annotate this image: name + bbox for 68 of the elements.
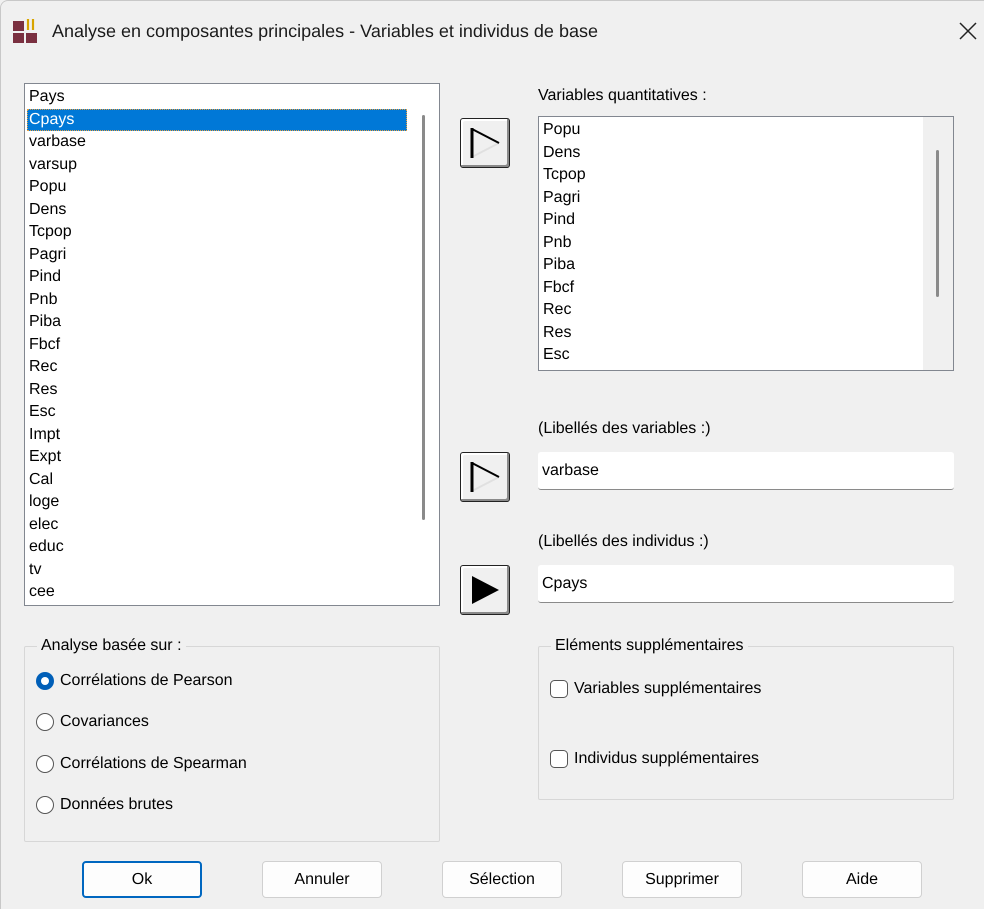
list-item[interactable]: tv xyxy=(27,558,407,581)
dialog-button[interactable]: Supprimer xyxy=(622,861,742,898)
text-field[interactable]: varbase xyxy=(538,452,954,490)
section-label: Variables quantitatives : xyxy=(538,86,708,106)
option-label[interactable]: Corrélations de Spearman xyxy=(60,754,247,773)
dialog-button[interactable]: Annuler xyxy=(262,861,382,898)
list-item[interactable]: cee xyxy=(27,581,407,604)
list-item[interactable]: Pagri xyxy=(541,186,921,209)
list-item[interactable]: Pind xyxy=(541,209,921,232)
list-item[interactable]: Pnb xyxy=(27,288,407,311)
scrollbar-thumb[interactable] xyxy=(422,115,425,520)
list-item[interactable]: Cal xyxy=(27,468,407,491)
list-item[interactable]: Impt xyxy=(27,424,407,446)
list-item[interactable]: loge xyxy=(27,491,407,514)
list-item[interactable]: Pays xyxy=(27,86,407,108)
list-item[interactable]: Rec xyxy=(541,299,921,322)
list-item[interactable]: Res xyxy=(541,322,921,344)
list-item[interactable]: Tcpop xyxy=(27,221,407,244)
option-label[interactable]: Variables supplémentaires xyxy=(574,680,762,698)
option-label[interactable]: Corrélations de Pearson xyxy=(60,672,233,690)
list-item[interactable]: Fbcf xyxy=(541,276,921,299)
group-title: Analyse basée sur : xyxy=(40,637,183,655)
checkbox[interactable] xyxy=(549,679,569,699)
option-label[interactable]: Données brutes xyxy=(60,796,173,814)
list-item[interactable]: Esc xyxy=(27,401,407,424)
list-item[interactable]: Piba xyxy=(541,254,921,276)
list-item[interactable]: Esc xyxy=(541,344,921,366)
radio-button[interactable] xyxy=(35,712,55,732)
checkbox[interactable] xyxy=(549,749,569,769)
arrow-button[interactable] xyxy=(460,452,510,502)
list-item[interactable]: Pagri xyxy=(27,244,407,266)
list-item[interactable]: Pnb xyxy=(541,232,921,254)
app-icon xyxy=(12,17,40,45)
scrollbar-thumb[interactable] xyxy=(936,150,939,297)
list-item[interactable]: Popu xyxy=(541,119,921,142)
radio-button[interactable] xyxy=(35,795,55,816)
list-item[interactable]: Fbcf xyxy=(27,334,407,356)
arrow-button[interactable] xyxy=(460,118,510,168)
list-item[interactable]: Tcpop xyxy=(541,164,921,186)
radio-button[interactable] xyxy=(35,754,55,774)
list-item[interactable]: Dens xyxy=(27,198,407,221)
list-item[interactable]: varbase xyxy=(27,131,407,154)
list-item[interactable]: Expt xyxy=(27,446,407,468)
list-item[interactable]: Popu xyxy=(27,176,407,198)
window-title: Analyse en composantes principales - Variables et individus de base xyxy=(52,20,598,42)
list-item[interactable]: Rec xyxy=(27,356,407,378)
section-label: (Libellés des individus :) xyxy=(538,532,710,552)
arrow-button[interactable] xyxy=(460,565,510,615)
text-field[interactable]: Cpays xyxy=(538,565,954,603)
list-item[interactable]: Cpays xyxy=(27,108,407,131)
section-label: (Libellés des variables :) xyxy=(538,419,712,439)
radio-button[interactable] xyxy=(35,670,55,691)
triangle-icon xyxy=(468,459,502,495)
option-label[interactable]: Individus supplémentaires xyxy=(574,750,759,768)
group-title: Eléments supplémentaires xyxy=(554,637,745,655)
triangle-icon xyxy=(468,125,502,161)
list-item[interactable]: Piba xyxy=(27,311,407,334)
dialog-button[interactable]: Sélection xyxy=(442,861,562,898)
list-item[interactable]: Pind xyxy=(27,266,407,288)
close-icon[interactable] xyxy=(958,21,978,41)
dialog-button[interactable]: Ok xyxy=(82,861,202,898)
list-item[interactable]: educ xyxy=(27,536,407,558)
list-item[interactable]: Dens xyxy=(541,142,921,164)
list-item[interactable]: varsup xyxy=(27,154,407,176)
dialog-button[interactable]: Aide xyxy=(802,861,922,898)
option-label[interactable]: Covariances xyxy=(60,713,149,732)
list-item[interactable]: elec xyxy=(27,514,407,536)
list-item[interactable]: Res xyxy=(27,378,407,401)
